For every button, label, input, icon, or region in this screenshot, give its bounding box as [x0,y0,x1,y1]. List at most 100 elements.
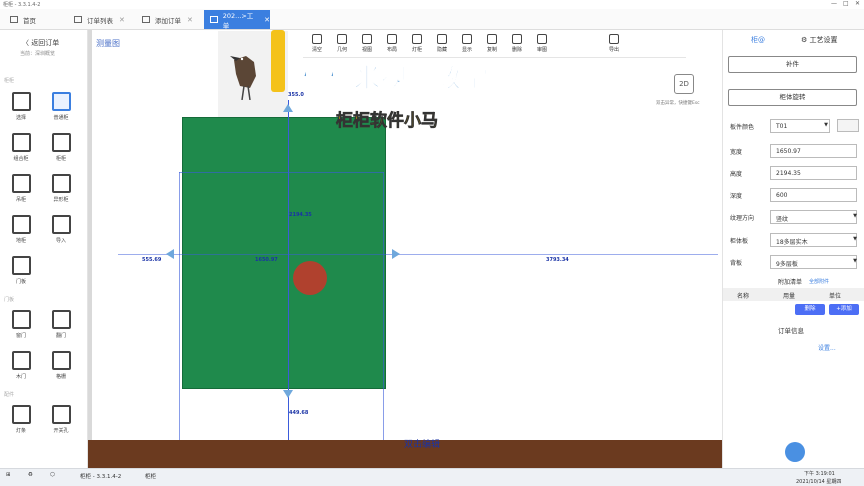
cabinet-icon [51,92,71,111]
tool-door-panel[interactable]: 门板 [6,256,36,290]
tool-select[interactable]: 选择 [6,92,36,126]
switch-icon [51,405,71,424]
arrow-left-icon[interactable] [166,249,174,259]
taskbar: ⊞ ♻ ⬡ 柜柜 - 3.3.1.4-2 柜柜 下午 3:19:01 2021/… [0,468,864,486]
toolbar-clear-button[interactable]: 清空 [306,32,328,53]
tool-wall-cabinet[interactable]: 吊柜 [6,174,36,208]
left-sidebar: 〈 返回订单 当前：深圳概览 柜柜 选择 普通柜 组合柜 柜柜 吊柜 异形柜 地… [0,30,88,468]
rotate-button[interactable]: 柜体旋转 [728,89,857,106]
prop-row: 纹理方向 竖纹 ▼ [728,210,860,224]
tool-import[interactable]: 导入 [46,215,76,249]
width-input[interactable]: 1650.97 [770,144,857,158]
color-select[interactable]: T01 [770,119,830,133]
door-icon [51,310,71,329]
toolbar-export-button[interactable]: 导出 [603,32,625,53]
start-icon[interactable]: ⊞ [6,472,11,478]
close-icon[interactable]: ✕ [187,16,193,24]
section-label: 柜柜 [4,78,15,84]
section-label: 配件 [4,392,15,398]
taskbar-app[interactable]: 柜柜 - 3.3.1.4-2 [80,472,121,480]
toolbar-show-button[interactable]: 显示 [456,32,478,53]
dim-bottom: 449.68 [289,410,309,416]
backboard-select[interactable]: 9多层板 [770,255,857,269]
assistant-button[interactable] [785,442,805,462]
door-icon [11,256,31,275]
tool-floor-cabinet[interactable]: 地柜 [6,215,36,249]
tool-normal-cabinet[interactable]: 普通柜 [46,92,76,126]
arrow-right-icon[interactable] [392,249,400,259]
settings-link[interactable]: 设置... [818,343,836,352]
tab-order-list[interactable]: 订单列表 ✕ [68,10,134,29]
properties-panel: 柜@ ⚙ 工艺设置 补件 柜体旋转 板件颜色 T01 ▼ 宽度 1650.97 高度 2… [722,30,864,468]
height-input[interactable]: 2194.35 [770,166,857,180]
accessories-header: 名称 用量 单位 [723,288,864,301]
toolbar-review-button[interactable]: 审图 [531,32,553,53]
toolbar-geometry-button[interactable]: 几何 [331,32,353,53]
prop-row: 高度 2194.35 [728,166,860,180]
clear-icon [312,34,322,44]
tool-flip-door[interactable]: 翻门 [46,310,76,344]
toolbar-light-button[interactable]: 灯柜 [406,32,428,53]
clock-time: 下午 3:19:01 [804,471,835,477]
tool-switch-hole[interactable]: 开关孔 [46,405,76,439]
toolbar-view-button[interactable]: 视图 [356,32,378,53]
tool-combo-cabinet[interactable]: 组合柜 [6,133,36,167]
close-icon[interactable]: ✕ [119,16,125,24]
arrow-down-icon[interactable] [283,390,293,398]
delete-accessory-button[interactable]: 删除 [795,304,825,315]
taskbar-app[interactable]: 柜柜 [145,472,156,480]
right-guide [383,172,384,440]
toggle-2d-button[interactable]: 2D [674,74,694,94]
left-guide [179,172,180,440]
door-icon [11,351,31,370]
building-icon [11,215,31,234]
app-icon[interactable]: ⬡ [50,472,55,478]
tab-add-order[interactable]: 添加订单 ✕ [136,10,202,29]
prop-row: 宽度 1650.97 [728,144,860,158]
close-icon[interactable]: ✕ [264,16,270,24]
tool-cabinet[interactable]: 柜柜 [46,133,76,167]
parts-button[interactable]: 补件 [728,56,857,73]
arrow-up-icon[interactable] [283,104,293,112]
tab-home[interactable]: 首页 [4,10,62,29]
tab-process-settings[interactable]: ⚙ 工艺设置 [801,35,838,45]
toolbar-copy-button[interactable]: 复制 [481,32,503,53]
cube-icon [11,174,31,193]
vertical-guide [288,100,289,440]
maximize-icon[interactable]: □ [843,0,849,7]
design-canvas[interactable]: 测量图 清空 几何 视图 布局 灯柜 隐藏 显示 复制 删除 审图 导出 2D … [88,30,722,468]
tab-work-order[interactable]: 202...>工单 ✕ [204,10,270,30]
app-icon[interactable]: ♻ [28,472,33,478]
depth-input[interactable]: 600 [770,188,857,202]
board-select[interactable]: 18多层实木 [770,233,857,247]
document-icon [142,16,150,23]
prop-row: 柜体板 18多层实木 ▼ [728,233,860,247]
toolbar-delete-button[interactable]: 删除 [506,32,528,53]
double-click-edit[interactable]: 双击编辑 [404,437,440,450]
chevron-down-icon: ▼ [853,258,857,264]
list-icon [74,16,82,23]
cabinet-model[interactable] [182,117,386,389]
add-accessory-button[interactable]: +添加 [829,304,859,315]
toolbar-layout-button[interactable]: 布局 [381,32,403,53]
measure-label[interactable]: 测量图 [96,38,120,49]
tool-grille[interactable]: 格栅 [46,351,76,385]
close-icon[interactable]: ✕ [855,0,860,7]
wall-edge [88,30,92,440]
all-accessories-link[interactable]: 全部附件 [809,278,829,285]
back-button[interactable]: 〈 返回订单 [22,38,59,48]
toolbar-hide-button[interactable]: 隐藏 [431,32,453,53]
tab-cabinet[interactable]: 柜@ [751,35,765,45]
horizontal-guide [118,254,718,255]
grain-select[interactable]: 竖纹 [770,210,857,224]
minimize-icon[interactable]: — [831,0,837,7]
tool-wood-door[interactable]: 木门 [6,351,36,385]
grille-icon [51,351,71,370]
color-swatch[interactable] [837,119,859,132]
tool-window-door[interactable]: 窗门 [6,310,36,344]
dim-width: 1650.97 [255,257,278,263]
tool-special-cabinet[interactable]: 异形柜 [46,174,76,208]
watermark-subtitle: 柜柜软件小马 [336,111,439,132]
tool-light-strip[interactable]: 灯条 [6,405,36,439]
chevron-down-icon: ▼ [853,213,857,219]
